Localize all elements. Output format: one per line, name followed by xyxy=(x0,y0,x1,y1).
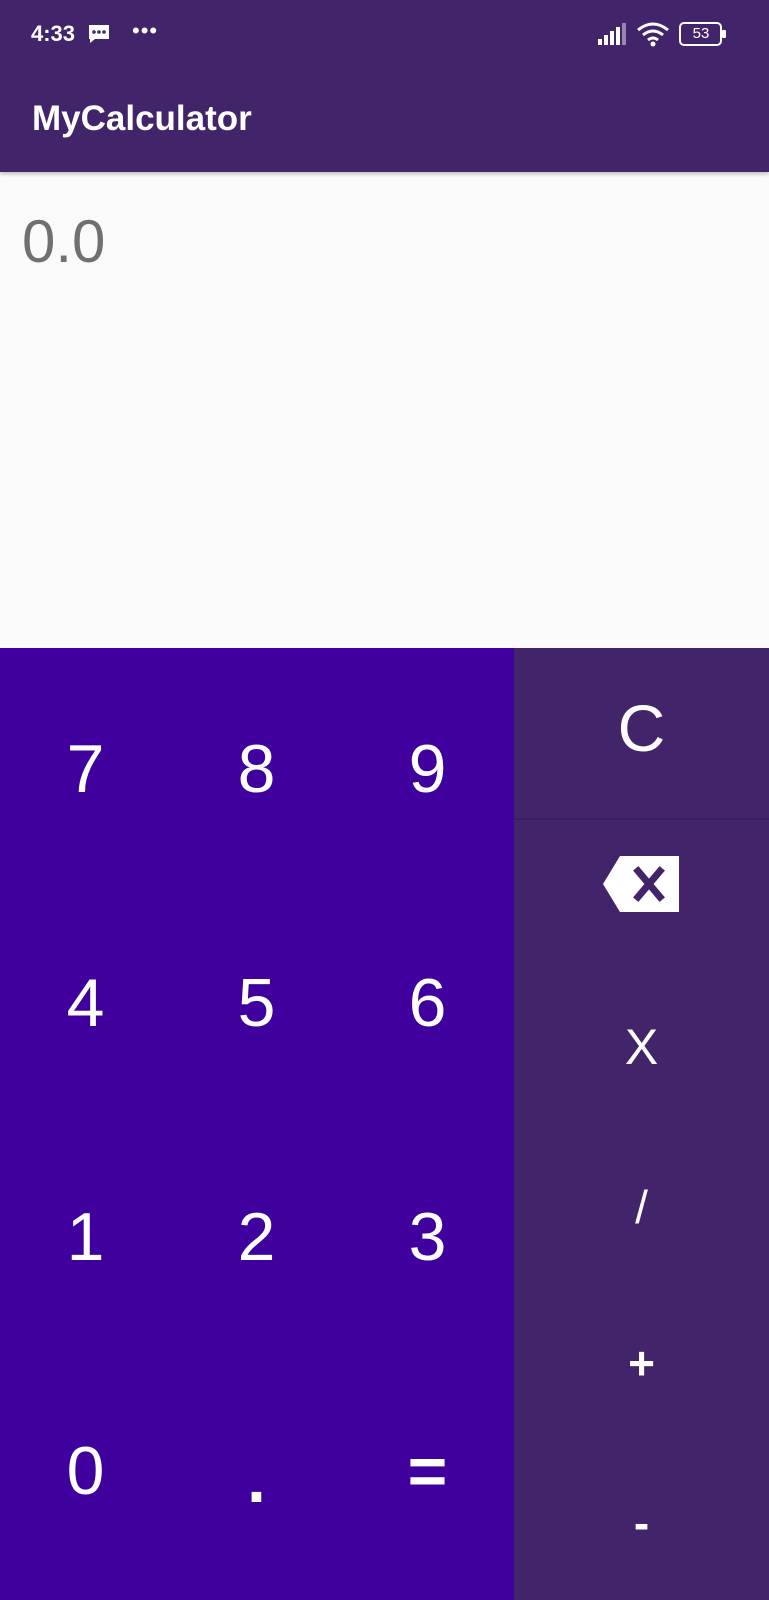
key-4[interactable]: 4 xyxy=(0,953,171,1053)
key-1[interactable]: 1 xyxy=(0,1187,171,1287)
battery-level: 53 xyxy=(692,25,710,42)
add-button[interactable]: + xyxy=(514,1328,769,1398)
status-bar: 4:33 ••• 53 xyxy=(0,0,769,70)
operator-panel: C X / + - xyxy=(514,648,769,1600)
display-area: 0.0 xyxy=(0,172,769,648)
signal-icon xyxy=(598,23,626,45)
more-notifications-icon: ••• xyxy=(132,18,159,43)
backspace-icon xyxy=(602,856,679,912)
key-0[interactable]: 0 xyxy=(0,1421,171,1521)
wifi-icon xyxy=(637,22,669,47)
key-6[interactable]: 6 xyxy=(342,953,513,1053)
key-9[interactable]: 9 xyxy=(342,719,513,819)
message-icon xyxy=(89,25,109,43)
divide-button[interactable]: / xyxy=(514,1172,769,1242)
key-decimal[interactable]: . xyxy=(171,1429,342,1529)
key-equals[interactable]: = xyxy=(342,1421,513,1521)
operator-divider xyxy=(514,818,769,820)
status-time: 4:33 xyxy=(31,21,76,46)
subtract-button[interactable]: - xyxy=(514,1488,769,1558)
result-display: 0.0 xyxy=(22,208,106,275)
app-title: MyCalculator xyxy=(32,99,252,138)
number-keypad: 7 8 9 4 5 6 1 2 3 0 . = xyxy=(0,648,514,1600)
multiply-button[interactable]: X xyxy=(514,1012,769,1082)
backspace-button[interactable] xyxy=(514,854,769,920)
key-3[interactable]: 3 xyxy=(342,1187,513,1287)
clear-button[interactable]: C xyxy=(514,688,769,768)
key-7[interactable]: 7 xyxy=(0,719,171,819)
key-2[interactable]: 2 xyxy=(171,1187,342,1287)
key-5[interactable]: 5 xyxy=(171,953,342,1053)
key-8[interactable]: 8 xyxy=(171,719,342,819)
app-bar: MyCalculator xyxy=(0,70,769,172)
